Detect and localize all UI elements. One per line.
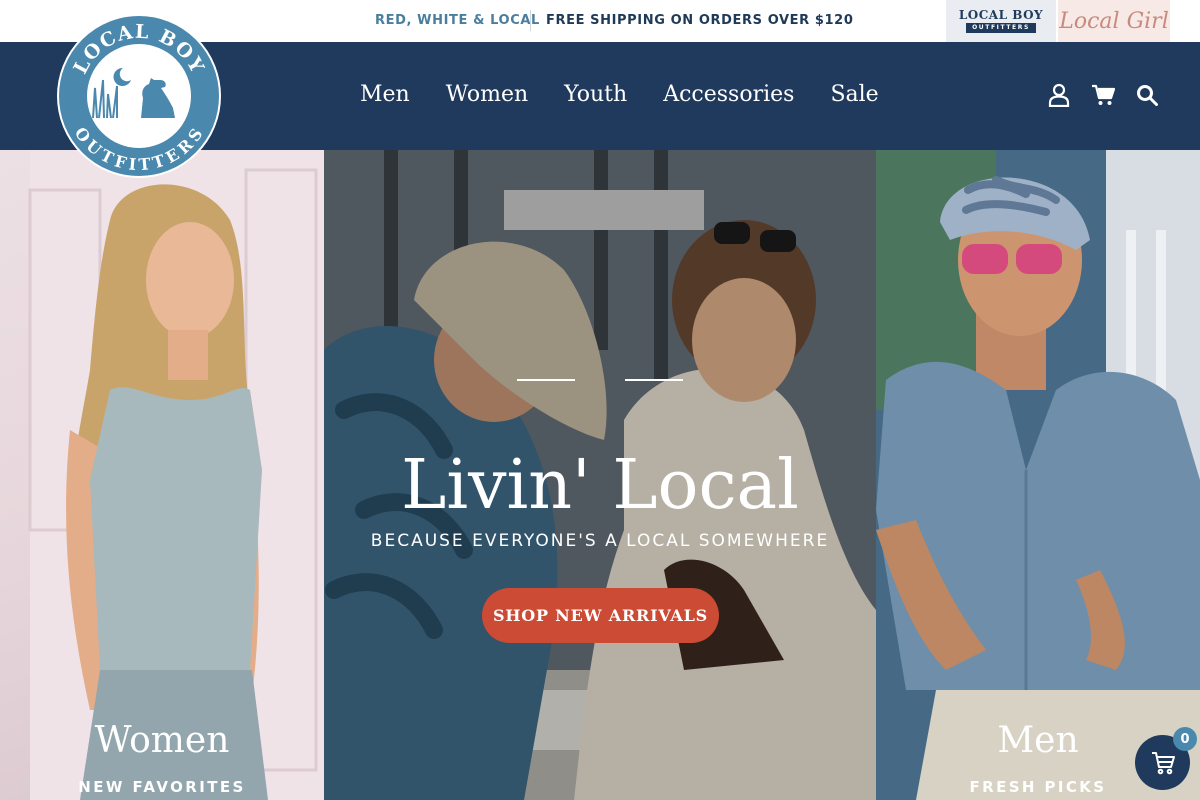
local-girl-brand-tab[interactable]: Local Girl (1058, 0, 1170, 42)
women-panel[interactable]: Women NEW FAVORITES (0, 150, 324, 800)
floating-cart-icon (1151, 751, 1175, 774)
nav-item-women[interactable]: Women (446, 82, 528, 107)
hero-section: Women NEW FAVORITES Livin' Local BECAUSE… (0, 150, 1200, 800)
hero-title: Livin' Local (401, 446, 799, 525)
women-model-photo (28, 150, 324, 800)
cart-icon[interactable] (1091, 82, 1115, 108)
nav-item-accessories[interactable]: Accessories (663, 82, 794, 107)
nav-item-youth[interactable]: Youth (564, 82, 627, 107)
nav-item-sale[interactable]: Sale (830, 82, 878, 107)
moon-divider-icon (517, 370, 683, 390)
women-panel-title: Women (94, 720, 230, 761)
hero-subtitle: BECAUSE EVERYONE'S A LOCAL SOMEWHERE (370, 531, 830, 551)
men-panel[interactable]: Men FRESH PICKS (876, 150, 1200, 800)
men-model-photo (876, 150, 1200, 800)
local-boy-tab-line1: LOCAL BOY (958, 8, 1044, 22)
nav-menu: Men Women Youth Accessories Sale (360, 82, 879, 107)
local-boy-brand-tab[interactable]: LOCAL BOY OUTFITTERS (946, 0, 1056, 42)
shop-new-arrivals-button[interactable]: SHOP NEW ARRIVALS (482, 588, 719, 643)
women-panel-subtitle: NEW FAVORITES (78, 778, 246, 796)
announcement-left-message[interactable]: RED, WHITE & LOCAL (375, 0, 540, 42)
announcement-divider (530, 10, 531, 31)
account-icon[interactable] (1047, 82, 1071, 108)
site-logo[interactable]: LOCAL BOY OUTFITTERS (57, 14, 221, 178)
search-icon[interactable] (1135, 82, 1159, 108)
header-icons (1047, 82, 1159, 108)
nav-item-men[interactable]: Men (360, 82, 410, 107)
featured-panel: Livin' Local BECAUSE EVERYONE'S A LOCAL … (324, 150, 876, 800)
local-boy-tab-line2: OUTFITTERS (966, 23, 1036, 33)
announcement-right-message: FREE SHIPPING ON ORDERS OVER $120 (546, 13, 854, 28)
cart-count-badge: 0 (1173, 727, 1197, 751)
local-girl-tab-label: Local Girl (1059, 8, 1169, 34)
